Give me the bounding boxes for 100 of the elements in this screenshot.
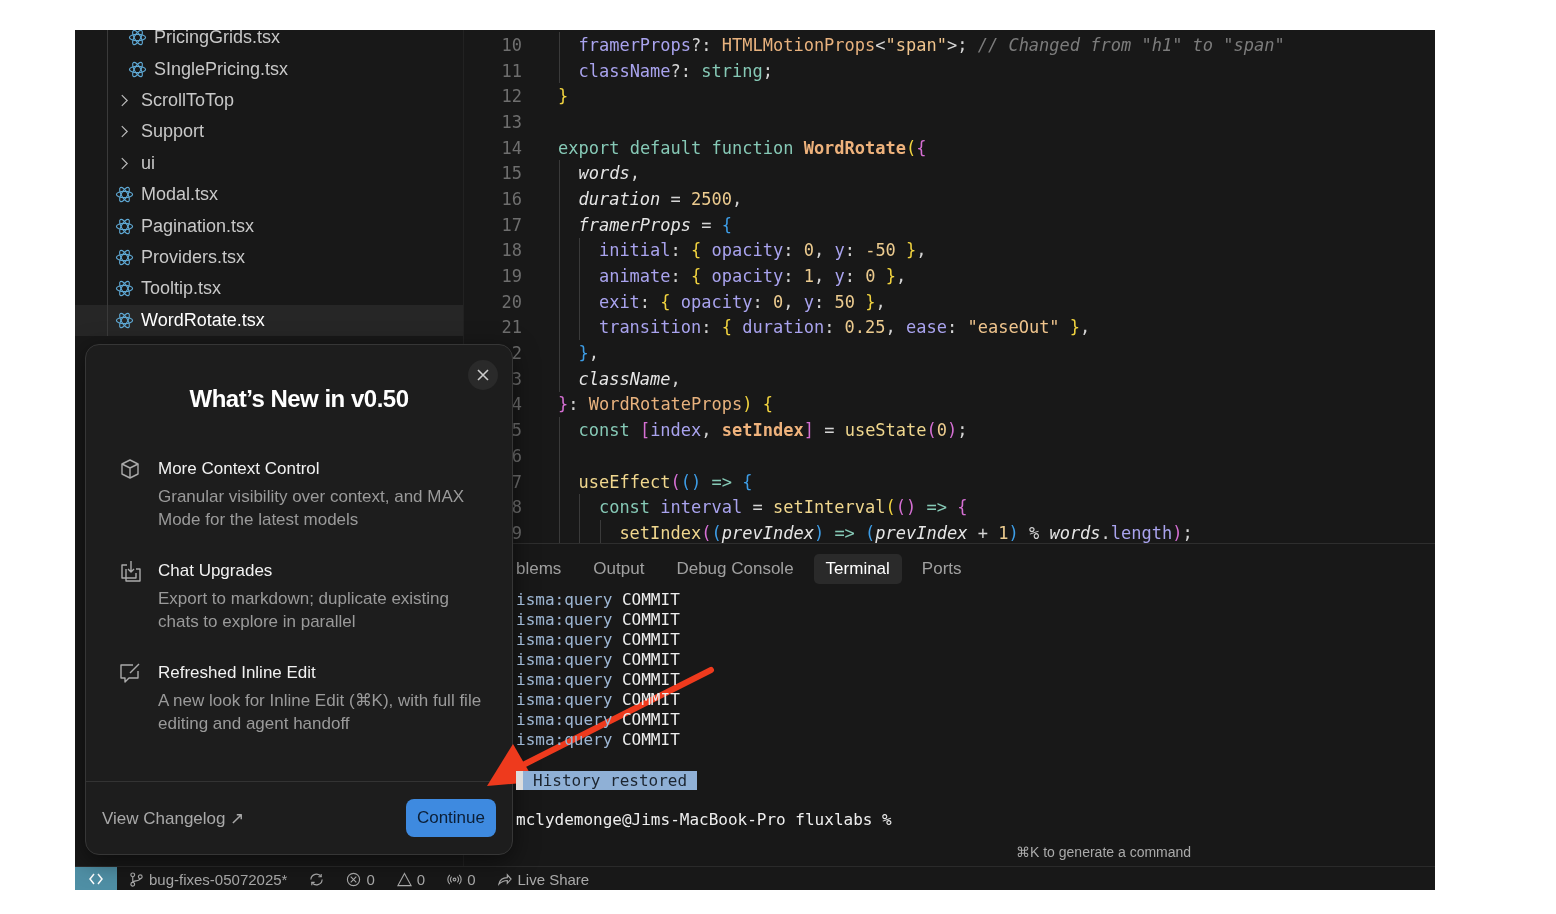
code-line: words, bbox=[578, 163, 640, 184]
line-number: 16 bbox=[501, 188, 522, 209]
terminal-prompt: mclydemonge@Jims-MacBook-Pro fluxlabs % bbox=[516, 810, 893, 830]
folder-item[interactable]: ui bbox=[75, 147, 463, 179]
chevron-right-icon bbox=[120, 124, 129, 140]
panel-tab[interactable]: Debug Console bbox=[664, 554, 806, 584]
code-line: duration = 2500, bbox=[578, 188, 743, 209]
panel-tab[interactable]: Ports bbox=[909, 554, 974, 584]
file-tree-item[interactable]: PricingGrids.tsx bbox=[75, 30, 463, 54]
port-count[interactable]: 0 bbox=[467, 870, 476, 888]
terminal-line: isma:query COMMIT bbox=[516, 590, 681, 610]
line-number: 11 bbox=[501, 60, 522, 81]
code-line: const [index, setIndex] = useState(0); bbox=[578, 420, 968, 441]
line-number: 5 bbox=[511, 420, 522, 441]
react-atom-icon bbox=[115, 185, 134, 205]
terminal-line: isma:query COMMIT bbox=[516, 670, 681, 690]
file-item[interactable]: Pagination.tsx bbox=[75, 210, 463, 242]
line-number: 15 bbox=[501, 163, 522, 184]
error-count[interactable]: 0 bbox=[366, 870, 375, 888]
code-line: const interval = setInterval(() => { bbox=[598, 497, 968, 518]
code-line: } bbox=[558, 86, 569, 107]
line-number: 19 bbox=[501, 266, 522, 287]
branch-icon bbox=[129, 871, 144, 887]
cursor-block bbox=[516, 770, 523, 790]
file-tree-item[interactable]: SInglePricing.tsx bbox=[75, 53, 463, 85]
changelog-link[interactable]: View Changelog ↗ bbox=[102, 807, 245, 829]
line-number: 13 bbox=[501, 111, 522, 132]
download-tray-icon bbox=[118, 559, 142, 583]
sync-icon[interactable] bbox=[309, 871, 325, 887]
code-line: setIndex((prevIndex) => (prevIndex + 1) % words.length); bbox=[619, 522, 1193, 543]
line-number: 6 bbox=[511, 445, 522, 466]
panel-tab[interactable]: blems bbox=[512, 554, 574, 584]
line-number: 2 bbox=[511, 343, 522, 364]
react-atom-icon bbox=[115, 247, 134, 267]
broadcast-icon bbox=[447, 871, 463, 887]
code-line: framerProps = { bbox=[578, 214, 732, 235]
line-number: 9 bbox=[511, 522, 522, 543]
feature-description: Granular visibility over context, and MAX Mode for the latest models bbox=[158, 486, 466, 531]
code-line: }: WordRotateProps) { bbox=[558, 394, 773, 415]
react-atom-icon bbox=[128, 30, 147, 48]
close-icon bbox=[476, 368, 490, 382]
branch-name[interactable]: bug-fixes-05072025* bbox=[149, 870, 288, 888]
terminal-notice: History restored bbox=[523, 770, 698, 790]
react-atom-icon bbox=[115, 310, 134, 330]
feature-description: A new look for Inline Edit (⌘K), with full file editing and agent handoff bbox=[158, 690, 483, 735]
file-item[interactable]: Providers.tsx bbox=[75, 241, 463, 274]
react-atom-icon bbox=[115, 216, 134, 236]
remote-button[interactable] bbox=[75, 867, 117, 890]
code-line: exit: { opacity: 0, y: 50 }, bbox=[598, 291, 886, 312]
code-line: export default function WordRotate({ bbox=[558, 137, 927, 158]
share-arrow-icon bbox=[497, 871, 513, 887]
close-button[interactable] bbox=[468, 360, 498, 390]
line-number: 8 bbox=[511, 497, 522, 518]
feature-title: Chat Upgrades bbox=[158, 561, 274, 581]
feature-title: More Context Control bbox=[158, 459, 321, 479]
warning-count[interactable]: 0 bbox=[416, 870, 426, 888]
remote-icon bbox=[88, 872, 104, 886]
line-number: 10 bbox=[501, 34, 522, 55]
line-number: 12 bbox=[501, 86, 522, 107]
code-line: }, bbox=[578, 343, 599, 364]
warning-icon bbox=[396, 871, 412, 887]
terminal-line: isma:query COMMIT bbox=[516, 650, 681, 670]
chat-edit-icon bbox=[118, 661, 142, 685]
folder-item[interactable]: Support bbox=[75, 116, 463, 148]
code-line: className?: string; bbox=[578, 60, 773, 81]
code-line: className, bbox=[578, 368, 681, 389]
line-number: 21 bbox=[501, 317, 522, 338]
panel-tab[interactable]: Output bbox=[581, 554, 657, 584]
chevron-right-icon bbox=[120, 92, 129, 108]
live-share-button[interactable]: Live Share bbox=[517, 870, 590, 888]
chevron-right-icon bbox=[120, 155, 129, 171]
line-number: 20 bbox=[501, 291, 522, 312]
folder-item[interactable]: ScrollToTop bbox=[75, 84, 463, 117]
terminal-hint: ⌘K to generate a command bbox=[1016, 844, 1192, 860]
react-atom-icon bbox=[115, 279, 134, 299]
terminal-line: isma:query COMMIT bbox=[516, 710, 681, 730]
line-number: 17 bbox=[501, 214, 522, 235]
code-line: framerProps?: HTMLMotionProps<"span">; // Changed from "h1" to "span" bbox=[578, 34, 1285, 55]
continue-button[interactable]: Continue bbox=[405, 799, 496, 837]
line-number: 4 bbox=[511, 394, 522, 415]
dialog-title: What’s New in v0.50 bbox=[188, 385, 410, 413]
file-item[interactable]: Tooltip.tsx bbox=[75, 273, 463, 305]
error-icon bbox=[346, 871, 362, 887]
cube-icon bbox=[118, 457, 142, 481]
code-line: useEffect(() => { bbox=[578, 471, 753, 492]
code-line: initial: { opacity: 0, y: -50 }, bbox=[598, 240, 927, 261]
terminal-line: isma:query COMMIT bbox=[516, 630, 681, 650]
react-atom-icon bbox=[128, 59, 147, 79]
feature-title: Refreshed Inline Edit bbox=[158, 663, 317, 683]
feature-description: Export to markdown; duplicate existing chats to explore in parallel bbox=[158, 588, 451, 633]
code-line: transition: { duration: 0.25, ease: "easeOut" }, bbox=[598, 317, 1091, 338]
panel-tab[interactable]: Terminal bbox=[813, 554, 902, 584]
line-number: 7 bbox=[511, 471, 522, 492]
line-number: 18 bbox=[501, 240, 522, 261]
line-number: 3 bbox=[511, 368, 522, 389]
code-line: animate: { opacity: 1, y: 0 }, bbox=[598, 266, 907, 287]
terminal-line: isma:query COMMIT bbox=[516, 610, 681, 630]
file-item[interactable]: Modal.tsx bbox=[75, 178, 463, 211]
file-item[interactable]: WordRotate.tsx bbox=[75, 304, 463, 336]
line-number: 14 bbox=[501, 137, 522, 158]
